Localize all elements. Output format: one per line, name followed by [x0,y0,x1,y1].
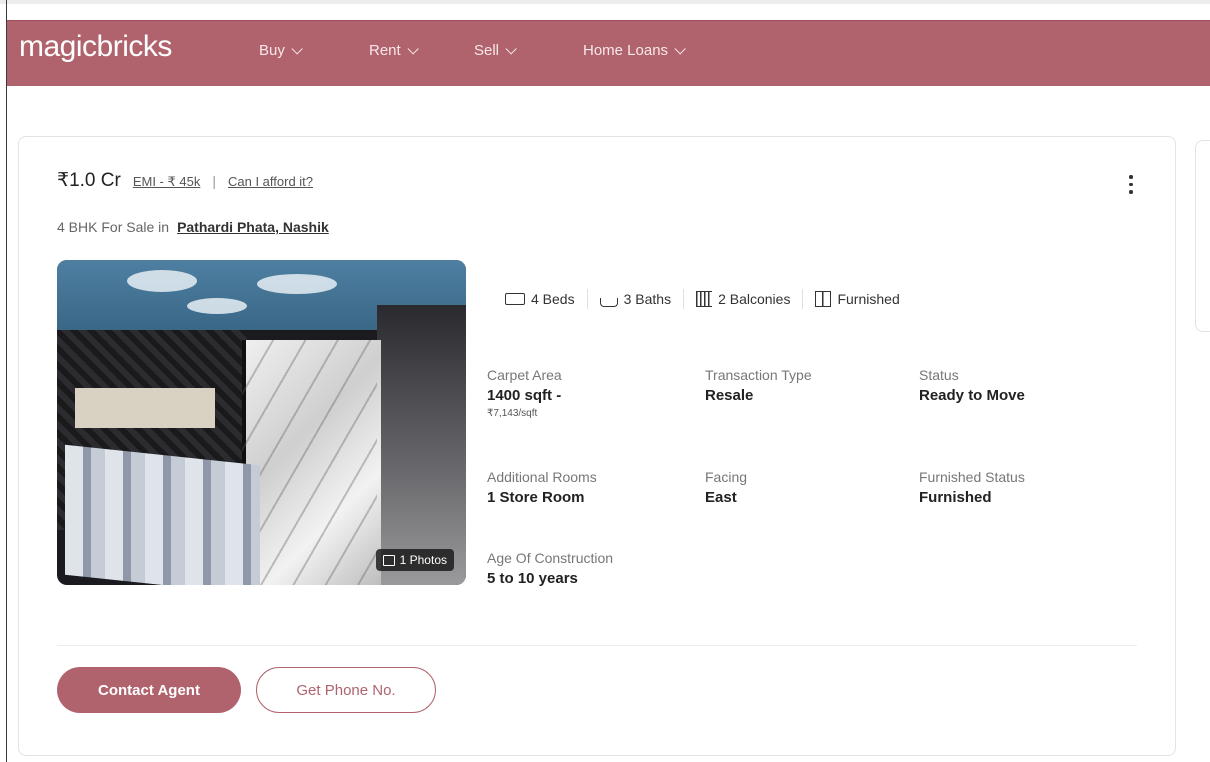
listing-card: ₹1.0 Cr EMI - ₹ 45k | Can I afford it? 4… [18,136,1176,756]
more-options-icon[interactable] [1127,175,1135,199]
detail-label: Facing [705,469,748,485]
photo-cloud [187,298,247,314]
balcony-icon [696,291,713,307]
detail-value: East [705,489,737,506]
window-left-edge [6,0,7,762]
detail-additional-rooms: Additional Rooms 1 Store Room [487,469,597,506]
detail-label: Furnished Status [919,469,1025,485]
price: ₹1.0 Cr [57,170,121,191]
emi-link[interactable]: EMI - ₹ 45k [133,174,201,190]
contact-agent-button[interactable]: Contact Agent [57,667,241,713]
photos-count: 1 Photos [399,553,447,567]
amenity-furnished: Furnished [815,291,900,307]
photo-headboard [75,388,215,428]
navbar: magicbricks Buy Rent Sell Home Loans [7,20,1210,86]
detail-value: Ready to Move [919,387,1025,404]
photo-marble-veins [242,340,377,585]
listing-subtitle: 4 BHK For Sale in Pathardi Phata, Nashik [57,219,329,235]
detail-value: Resale [705,387,754,404]
get-phone-button[interactable]: Get Phone No. [256,667,436,713]
nav-rent-label: Rent [369,42,401,59]
price-row: ₹1.0 Cr EMI - ₹ 45k | Can I afford it? [57,169,313,192]
detail-status: Status Ready to Move [919,367,1025,404]
photo-cloud [257,274,337,294]
window-top-strip [840,4,1210,21]
photo-cloud [127,270,197,292]
detail-carpet-area: Carpet Area 1400 sqft - ₹7,143/sqft [487,367,562,419]
location-link[interactable]: Pathardi Phata, Nashik [177,219,329,235]
detail-furnished-status: Furnished Status Furnished [919,469,1025,506]
chevron-down-icon [505,42,517,55]
detail-facing: Facing East [705,469,747,506]
price-separator: | [212,173,216,189]
detail-value: 5 to 10 years [487,570,578,587]
amenities-row: 4 Beds 3 Baths 2 Balconies Furnished [505,289,900,309]
bed-icon [505,293,525,305]
amenity-divider [586,289,588,309]
property-type: 4 BHK For Sale in [57,219,170,235]
photo-bed [65,444,260,585]
detail-age-of-construction: Age Of Construction 5 to 10 years [487,550,613,587]
bath-icon [599,297,618,307]
amenity-baths: 3 Baths [599,291,672,307]
detail-label: Additional Rooms [487,469,597,485]
detail-subvalue: ₹7,143/sqft [487,408,538,419]
amenity-baths-label: 3 Baths [623,291,672,307]
detail-label: Status [919,367,959,383]
amenity-furnished-label: Furnished [837,291,900,307]
photo-door [377,305,466,585]
detail-value: 1400 sqft - [487,387,562,404]
amenity-balconies-label: 2 Balconies [718,291,791,307]
nav-sell-label: Sell [474,42,500,59]
nav-sell[interactable]: Sell [474,42,517,59]
amenity-beds-label: 4 Beds [531,291,575,307]
chevron-down-icon [674,42,686,55]
detail-value: 1 Store Room [487,489,585,506]
image-icon [382,554,395,566]
nav-buy[interactable]: Buy [259,42,303,59]
card-divider [57,645,1137,646]
chevron-down-icon [407,42,419,55]
amenity-divider [802,289,804,309]
property-photo[interactable]: 1 Photos [57,260,466,585]
amenity-balconies: 2 Balconies [696,291,790,307]
afford-link[interactable]: Can I afford it? [228,174,313,189]
furnished-icon [815,291,832,307]
detail-transaction-type: Transaction Type Resale [705,367,812,404]
amenity-beds: 4 Beds [505,291,575,307]
photos-badge[interactable]: 1 Photos [375,549,454,571]
detail-label: Carpet Area [487,367,562,383]
nav-rent[interactable]: Rent [369,42,419,59]
detail-label: Age Of Construction [487,550,614,566]
logo[interactable]: magicbricks [19,30,172,64]
detail-value: Furnished [919,489,992,506]
chevron-down-icon [291,42,303,55]
nav-home-loans[interactable]: Home Loans [583,42,686,59]
nav-home-loans-label: Home Loans [583,42,669,59]
side-card [1195,140,1210,332]
nav-buy-label: Buy [259,42,285,59]
amenity-divider [683,289,685,309]
detail-label: Transaction Type [705,367,812,383]
